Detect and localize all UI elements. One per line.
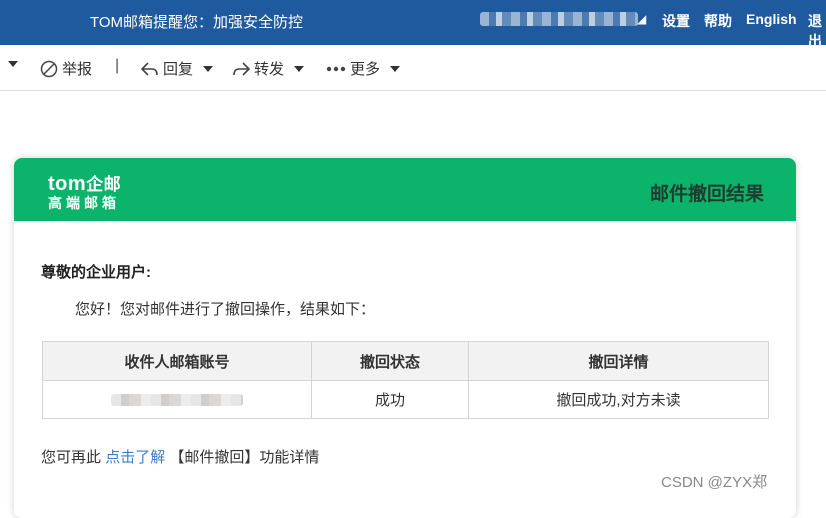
footer-note: 您可再此 点击了解 【邮件撤回】功能详情 bbox=[41, 446, 319, 467]
ban-icon bbox=[40, 60, 58, 77]
more-dots-icon bbox=[326, 66, 346, 71]
footer-prefix: 您可再此 bbox=[41, 449, 102, 466]
card-title: 邮件撤回结果 bbox=[649, 184, 764, 205]
caret-down-icon[interactable] bbox=[8, 60, 18, 68]
reply-label: 回复 bbox=[163, 61, 194, 78]
account-dropdown-icon[interactable]: ◢ bbox=[637, 12, 646, 26]
csdn-watermark: CSDN @ZYX郑 bbox=[661, 474, 768, 491]
logo-subtitle: 高端邮箱 bbox=[48, 195, 120, 211]
recall-result-table: 收件人邮箱账号 撤回状态 撤回详情 成功 撤回成功,对方未读 bbox=[42, 341, 769, 419]
recipient-cell bbox=[42, 380, 312, 419]
col-status: 撤回状态 bbox=[311, 341, 469, 381]
forward-icon bbox=[233, 61, 250, 76]
table-row: 成功 撤回成功,对方未读 bbox=[42, 380, 769, 419]
forward-dropdown-icon[interactable] bbox=[294, 65, 305, 73]
redacted-account bbox=[480, 12, 638, 26]
mail-toolbar: 举报 | 回复 转发 更多 bbox=[0, 45, 826, 91]
intro-text: 您好！您对邮件进行了撤回操作，结果如下： bbox=[75, 301, 376, 318]
more-dropdown-icon[interactable] bbox=[390, 65, 401, 73]
english-link[interactable]: English bbox=[746, 11, 797, 27]
col-recipient: 收件人邮箱账号 bbox=[42, 341, 312, 381]
redacted-recipient bbox=[111, 394, 243, 407]
forward-label: 转发 bbox=[254, 61, 285, 78]
security-notice: TOM邮箱提醒您：加强安全防控 bbox=[90, 14, 304, 31]
table-header-row: 收件人邮箱账号 撤回状态 撤回详情 bbox=[42, 341, 769, 381]
forward-button[interactable]: 转发 bbox=[232, 58, 305, 79]
reply-icon bbox=[141, 61, 158, 76]
report-button[interactable]: 举报 bbox=[40, 58, 92, 79]
help-link[interactable]: 帮助 bbox=[704, 11, 732, 31]
top-banner: TOM邮箱提醒您：加强安全防控 ◢ 设置 帮助 English 退出 bbox=[0, 0, 826, 49]
detail-cell: 撤回成功,对方未读 bbox=[468, 380, 769, 419]
report-label: 举报 bbox=[62, 61, 93, 78]
more-button[interactable]: 更多 bbox=[326, 58, 401, 79]
more-label: 更多 bbox=[350, 61, 381, 78]
card-header: tom企邮 高端邮箱 邮件撤回结果 bbox=[14, 158, 796, 221]
col-detail: 撤回详情 bbox=[468, 341, 769, 381]
reply-button[interactable]: 回复 bbox=[141, 58, 214, 79]
settings-link[interactable]: 设置 bbox=[662, 11, 690, 31]
greeting: 尊敬的企业用户: bbox=[41, 264, 151, 281]
learn-more-link[interactable]: 点击了解 bbox=[105, 449, 165, 466]
status-cell: 成功 bbox=[311, 380, 469, 419]
footer-suffix: 【邮件撤回】功能详情 bbox=[169, 449, 320, 466]
toolbar-divider: | bbox=[115, 57, 120, 74]
logo-suffix: 企邮 bbox=[86, 175, 122, 194]
recall-result-card: tom企邮 高端邮箱 邮件撤回结果 尊敬的企业用户: 您好！您对邮件进行了撤回操… bbox=[14, 158, 796, 518]
reply-dropdown-icon[interactable] bbox=[203, 65, 214, 73]
logo-main: tom bbox=[48, 173, 87, 195]
